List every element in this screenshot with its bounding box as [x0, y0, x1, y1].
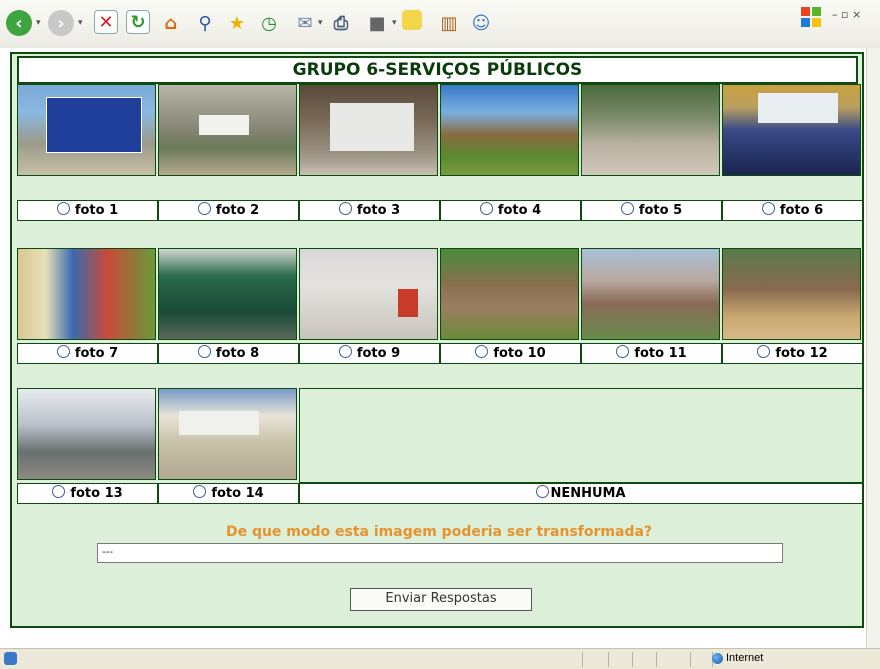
photo-11: [581, 248, 720, 340]
empty-photo-area: [299, 388, 863, 483]
page-icon: [4, 652, 17, 665]
radio-button[interactable]: [620, 202, 634, 215]
back-dropdown-icon[interactable]: ▾: [36, 18, 41, 28]
photo-6: [722, 84, 861, 176]
status-bar: Internet: [0, 648, 880, 669]
edit-dropdown-icon[interactable]: ▾: [392, 18, 397, 28]
radio-button[interactable]: [193, 485, 207, 498]
option-label: foto 5: [638, 203, 683, 218]
option-label: foto 14: [211, 486, 264, 501]
forward-dropdown-icon[interactable]: ▾: [78, 18, 83, 28]
option-foto-6[interactable]: foto 6: [722, 200, 863, 221]
photo-8: [158, 248, 297, 340]
option-label: foto 4: [497, 203, 542, 218]
option-label: foto 10: [493, 346, 546, 361]
photo-5: [581, 84, 720, 176]
home-icon[interactable]: ⌂: [158, 10, 184, 36]
option-foto-10[interactable]: foto 10: [440, 343, 581, 364]
back-icon[interactable]: ‹: [6, 10, 32, 36]
radio-button[interactable]: [197, 202, 211, 215]
browser-toolbar: ‹ ▾ › ▾ ✕ ↻ ⌂ ⚲ ★ ◷ ✉ ▾ ⎙ ■ ▾ ▥ ☺ – ▫ ×: [0, 0, 880, 48]
discuss-icon[interactable]: [402, 10, 422, 30]
forward-icon[interactable]: ›: [48, 10, 74, 36]
globe-icon: [712, 653, 723, 664]
option-foto-13[interactable]: foto 13: [17, 483, 158, 504]
radio-button[interactable]: [757, 345, 771, 358]
mail-dropdown-icon[interactable]: ▾: [318, 18, 323, 28]
history-icon[interactable]: ◷: [256, 10, 282, 36]
photo-7: [17, 248, 156, 340]
option-label: foto 13: [70, 486, 123, 501]
window-controls[interactable]: – ▫ ×: [832, 8, 861, 21]
option-label: foto 3: [356, 203, 401, 218]
option-foto-12[interactable]: foto 12: [722, 343, 863, 364]
option-foto-7[interactable]: foto 7: [17, 343, 158, 364]
photo-9: [299, 248, 438, 340]
status-divider: [608, 652, 609, 667]
vertical-scrollbar[interactable]: [866, 48, 880, 648]
photo-4: [440, 84, 579, 176]
photo-3: [299, 84, 438, 176]
question-text: De que modo esta imagem poderia ser tran…: [225, 524, 653, 540]
option-label: foto 11: [634, 346, 687, 361]
option-label: foto 9: [356, 346, 401, 361]
radio-button[interactable]: [197, 345, 211, 358]
form-container: GRUPO 6-SERVIÇOS PÚBLICOS foto 1 foto 2 …: [10, 52, 864, 628]
photo-1: [17, 84, 156, 176]
option-foto-2[interactable]: foto 2: [158, 200, 299, 221]
option-label: foto 1: [74, 203, 119, 218]
photo-13: [17, 388, 156, 480]
photo-2: [158, 84, 297, 176]
mail-icon[interactable]: ✉: [292, 10, 318, 36]
radio-button[interactable]: [616, 345, 630, 358]
option-label: foto 2: [215, 203, 260, 218]
stop-icon[interactable]: ✕: [94, 10, 118, 34]
status-divider: [632, 652, 633, 667]
option-label: foto 12: [775, 346, 828, 361]
status-divider: [582, 652, 583, 667]
option-nenhuma[interactable]: NENHUMA: [299, 483, 863, 504]
radio-button[interactable]: [761, 202, 775, 215]
refresh-icon[interactable]: ↻: [126, 10, 150, 34]
submit-button[interactable]: Enviar Respostas: [350, 588, 532, 611]
radio-button[interactable]: [536, 485, 550, 498]
option-foto-8[interactable]: foto 8: [158, 343, 299, 364]
option-foto-5[interactable]: foto 5: [581, 200, 722, 221]
option-label: foto 6: [779, 203, 824, 218]
photo-14: [158, 388, 297, 480]
status-divider: [656, 652, 657, 667]
messenger-icon[interactable]: ☺: [468, 10, 494, 36]
option-label: NENHUMA: [550, 486, 626, 501]
windows-logo-icon: [801, 7, 821, 27]
radio-button[interactable]: [56, 202, 70, 215]
research-icon[interactable]: ▥: [436, 10, 462, 36]
page-title: GRUPO 6-SERVIÇOS PÚBLICOS: [17, 56, 858, 84]
answer-input[interactable]: ---: [97, 543, 783, 563]
radio-button[interactable]: [52, 485, 66, 498]
option-foto-1[interactable]: foto 1: [17, 200, 158, 221]
option-foto-3[interactable]: foto 3: [299, 200, 440, 221]
option-foto-9[interactable]: foto 9: [299, 343, 440, 364]
edit-icon[interactable]: ■: [364, 10, 390, 36]
option-foto-11[interactable]: foto 11: [581, 343, 722, 364]
radio-button[interactable]: [475, 345, 489, 358]
radio-button[interactable]: [338, 202, 352, 215]
radio-button[interactable]: [338, 345, 352, 358]
radio-button[interactable]: [479, 202, 493, 215]
photo-12: [722, 248, 861, 340]
option-label: foto 8: [215, 346, 260, 361]
print-icon[interactable]: ⎙: [328, 10, 354, 36]
status-divider: [690, 652, 691, 667]
radio-button[interactable]: [56, 345, 70, 358]
security-zone-label: Internet: [726, 652, 764, 664]
option-foto-4[interactable]: foto 4: [440, 200, 581, 221]
favorites-icon[interactable]: ★: [224, 10, 250, 36]
option-label: foto 7: [74, 346, 119, 361]
photo-10: [440, 248, 579, 340]
search-icon[interactable]: ⚲: [192, 10, 218, 36]
option-foto-14[interactable]: foto 14: [158, 483, 299, 504]
